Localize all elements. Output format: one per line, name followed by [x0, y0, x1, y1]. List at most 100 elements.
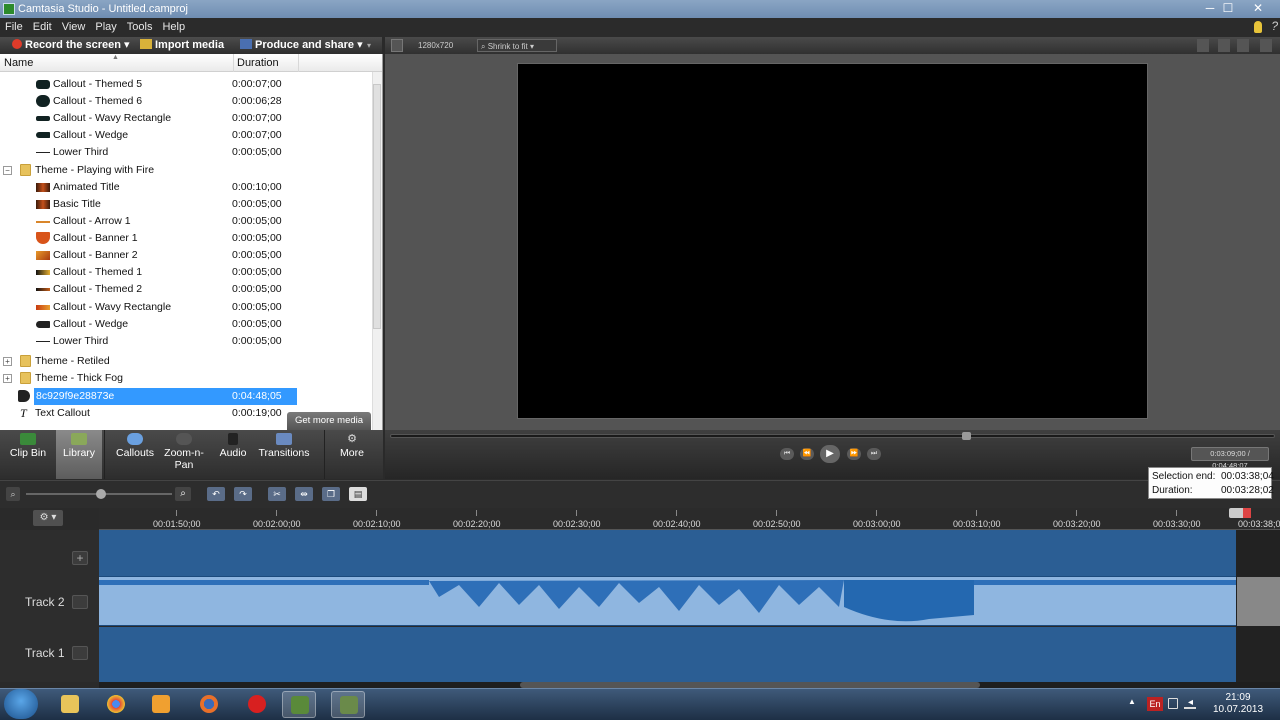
tool-tabs: Clip Bin Library Callouts Zoom-n-Pan Aud…	[0, 430, 383, 479]
lock-icon[interactable]	[72, 595, 88, 609]
fast-forward-icon[interactable]: ⏩	[847, 448, 861, 460]
detach-icon[interactable]	[1237, 39, 1249, 52]
list-item[interactable]: Animated Title 0:00:10;00	[0, 179, 372, 196]
language-indicator[interactable]: En	[1147, 697, 1163, 711]
zoom-out-icon[interactable]: ⌕	[6, 487, 20, 501]
list-item[interactable]: Basic Title 0:00:05;00	[0, 196, 372, 213]
cut-icon[interactable]: ✂	[268, 487, 286, 501]
video-canvas[interactable]	[517, 63, 1148, 419]
recorder-taskbar-button[interactable]	[331, 691, 365, 718]
seek-bar[interactable]	[390, 434, 1275, 438]
track-1-region[interactable]	[99, 627, 1236, 682]
camtasia-taskbar-button[interactable]	[282, 691, 316, 718]
column-name[interactable]: Name	[4, 57, 33, 69]
import-media-button[interactable]: Import media	[140, 37, 224, 54]
undo-icon[interactable]: ↶	[207, 487, 225, 501]
firefox-taskbar-button[interactable]	[192, 691, 226, 718]
collapse-toggle[interactable]: −	[3, 166, 12, 175]
audio-clip[interactable]	[99, 576, 1236, 626]
list-item[interactable]: Callout - Wedge 0:00:07;00	[0, 127, 372, 144]
tab-callouts[interactable]: Callouts	[108, 430, 162, 479]
list-item[interactable]: Callout - Arrow 1 0:00:05;00	[0, 213, 372, 230]
list-item[interactable]: Lower Third 0:00:05;00	[0, 333, 372, 350]
record-screen-button[interactable]: Record the screen ▾	[12, 37, 130, 54]
menu-file[interactable]: File	[0, 18, 28, 37]
add-track-button[interactable]: +	[72, 551, 88, 565]
volume-icon[interactable]: ◂	[1188, 697, 1193, 708]
list-item[interactable]: Callout - Wedge 0:00:05;00	[0, 316, 372, 333]
lock-icon[interactable]	[72, 646, 88, 660]
list-item[interactable]: Callout - Themed 1 0:00:05;00	[0, 264, 372, 281]
text-icon: T	[20, 406, 27, 420]
split-icon[interactable]: ⇹	[295, 487, 313, 501]
produce-icon	[240, 39, 252, 49]
timeline-settings-icon[interactable]: ⚙ ▾	[33, 510, 63, 526]
menu-play[interactable]: Play	[90, 18, 121, 37]
item-name: Callout - Wedge	[53, 129, 129, 141]
play-icon[interactable]: ▶	[820, 445, 840, 463]
tray-expand-icon[interactable]: ▲	[1128, 697, 1136, 706]
list-item[interactable]: Callout - Banner 2 0:00:05;00	[0, 247, 372, 264]
menu-tools[interactable]: Tools	[122, 18, 158, 37]
skip-forward-icon[interactable]: ⏭	[867, 448, 881, 460]
list-item[interactable]: Callout - Wavy Rectangle 0:00:07;00	[0, 110, 372, 127]
lightbulb-icon[interactable]	[1254, 21, 1262, 33]
column-duration[interactable]: Duration	[237, 57, 279, 69]
redo-icon[interactable]: ↷	[234, 487, 252, 501]
tab-divider	[104, 430, 105, 479]
explorer-taskbar-button[interactable]	[53, 691, 87, 718]
tab-library[interactable]: Library	[56, 430, 102, 479]
expand-toggle[interactable]: +	[3, 374, 12, 383]
list-item-selected[interactable]: 8c929f9e28873e 0:04:48;05	[0, 388, 372, 405]
folder-item[interactable]: + Theme - Thick Fog	[0, 370, 372, 387]
produce-label: Produce and share	[255, 39, 355, 51]
tab-audio[interactable]: Audio	[210, 430, 256, 479]
tab-clip-bin[interactable]: Clip Bin	[0, 430, 56, 479]
zoom-in-icon[interactable]: ⌕	[175, 487, 191, 501]
crop-icon[interactable]	[1197, 39, 1209, 52]
chrome-taskbar-button[interactable]	[99, 691, 133, 718]
tab-more[interactable]: ⚙ More	[328, 430, 376, 479]
list-item[interactable]: Callout - Themed 2 0:00:05;00	[0, 281, 372, 298]
selection-region[interactable]	[99, 530, 1236, 576]
dimensions-icon[interactable]	[391, 39, 403, 52]
list-item[interactable]: Callout - Wavy Rectangle 0:00:05;00	[0, 299, 372, 316]
panel-menu-icon[interactable]: ▾	[367, 37, 371, 54]
skip-back-icon[interactable]: ⏮	[780, 448, 794, 460]
produce-share-button[interactable]: Produce and share ▾	[240, 37, 363, 54]
seek-thumb[interactable]	[962, 432, 971, 440]
tab-zoom-n-pan[interactable]: Zoom-n-Pan	[162, 430, 206, 479]
list-item[interactable]: Callout - Themed 5 0:00:07;00	[0, 76, 372, 93]
playhead-marker[interactable]	[1243, 508, 1251, 518]
tab-transitions[interactable]: Transitions	[256, 430, 312, 479]
expand-toggle[interactable]: +	[3, 357, 12, 366]
copy-icon[interactable]: ❐	[322, 487, 340, 501]
list-scrollbar-thumb[interactable]	[373, 84, 381, 329]
rewind-icon[interactable]: ⏪	[800, 448, 814, 460]
menu-help[interactable]: Help	[157, 18, 190, 37]
get-more-media-button[interactable]: Get more media	[287, 412, 371, 430]
list-item[interactable]: Callout - Banner 1 0:00:05;00	[0, 230, 372, 247]
menu-view[interactable]: View	[57, 18, 91, 37]
pan-icon[interactable]	[1218, 39, 1230, 52]
action-center-icon[interactable]	[1168, 698, 1178, 709]
folder-item[interactable]: + Theme - Retiled	[0, 353, 372, 370]
start-button[interactable]	[4, 689, 38, 719]
menu-edit[interactable]: Edit	[28, 18, 57, 37]
paste-icon[interactable]: ▤	[349, 487, 367, 501]
close-button[interactable]: ✕	[1244, 0, 1272, 18]
list-item[interactable]: Callout - Themed 6 0:00:06;28	[0, 93, 372, 110]
fullscreen-icon[interactable]	[1260, 39, 1272, 52]
maximize-button[interactable]: ☐	[1214, 0, 1242, 18]
help-icon[interactable]: ?	[1271, 19, 1278, 33]
zoom-slider-thumb[interactable]	[96, 489, 106, 499]
dimensions-label[interactable]: 1280x720	[418, 39, 453, 52]
zoom-dropdown[interactable]: ⌕ Shrink to fit ▾	[477, 39, 557, 52]
folder-item[interactable]: − Theme - Playing with Fire	[0, 162, 372, 179]
taskbar-clock[interactable]: 21:09 10.07.2013	[1208, 692, 1268, 716]
audio-icon	[18, 390, 30, 402]
opera-taskbar-button[interactable]	[240, 691, 274, 718]
media-player-taskbar-button[interactable]	[144, 691, 178, 718]
folder-icon	[61, 695, 79, 713]
list-item[interactable]: Lower Third 0:00:05;00	[0, 144, 372, 161]
